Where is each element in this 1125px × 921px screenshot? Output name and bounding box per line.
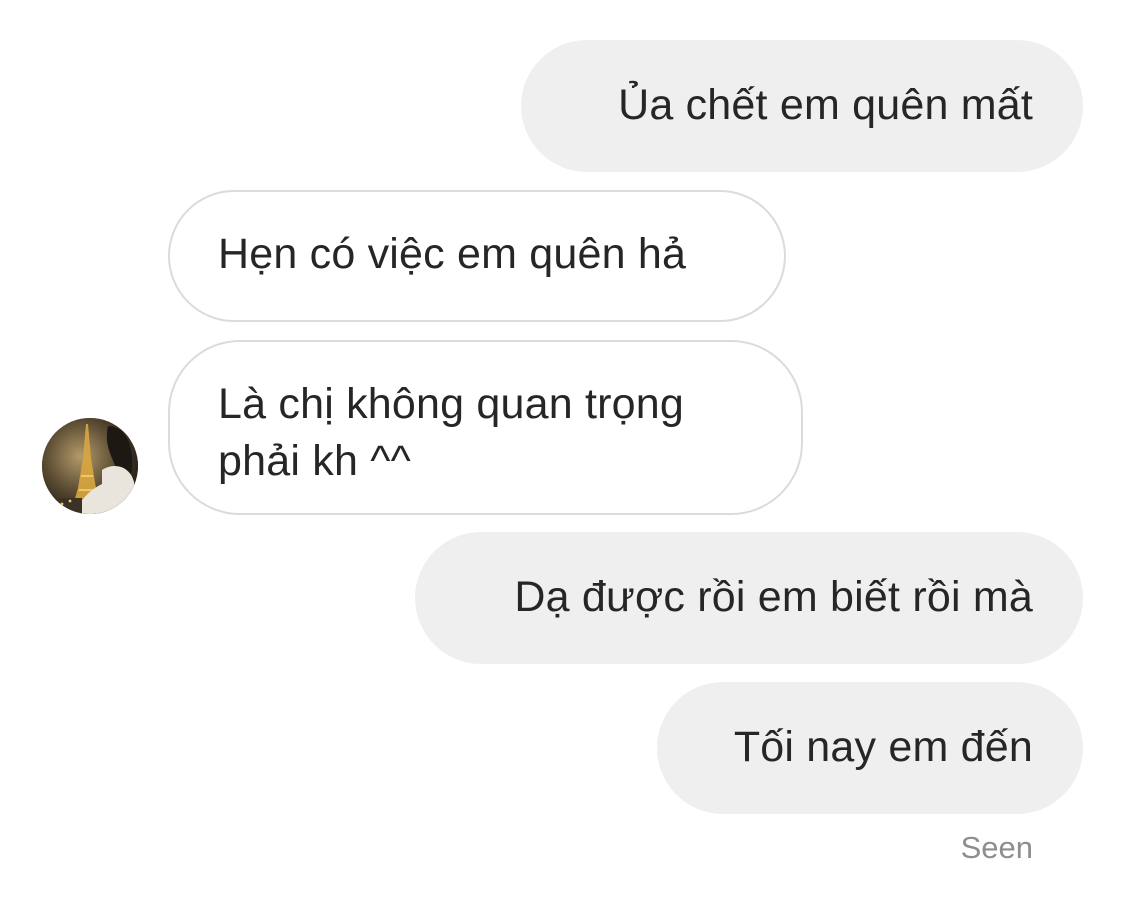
- message-text: Ủa chết em quên mất: [618, 81, 1033, 129]
- message-text-line: Là chị không quan trọng: [218, 380, 685, 428]
- message-text: Dạ được rồi em biết rồi mà: [514, 573, 1033, 621]
- received-message-bubble[interactable]: Là chị không quan trọng phải kh ^^: [168, 340, 803, 515]
- received-message-bubble[interactable]: Hẹn có việc em quên hả: [168, 190, 786, 322]
- sender-avatar[interactable]: [42, 418, 138, 514]
- message-text: Tối nay em đến: [733, 723, 1033, 771]
- message-thread: Ủa chết em quên mất Hẹn có việc em quên …: [0, 0, 1125, 921]
- message-text: Hẹn có việc em quên hả: [218, 230, 687, 278]
- seen-status: Seen: [960, 830, 1033, 865]
- avatar-photo-icon: [42, 418, 138, 514]
- sent-message-bubble[interactable]: Tối nay em đến: [657, 682, 1083, 814]
- sent-message-bubble[interactable]: Ủa chết em quên mất: [521, 40, 1083, 172]
- message-text-line: phải kh ^^: [218, 437, 411, 485]
- sent-message-bubble[interactable]: Dạ được rồi em biết rồi mà: [415, 532, 1083, 664]
